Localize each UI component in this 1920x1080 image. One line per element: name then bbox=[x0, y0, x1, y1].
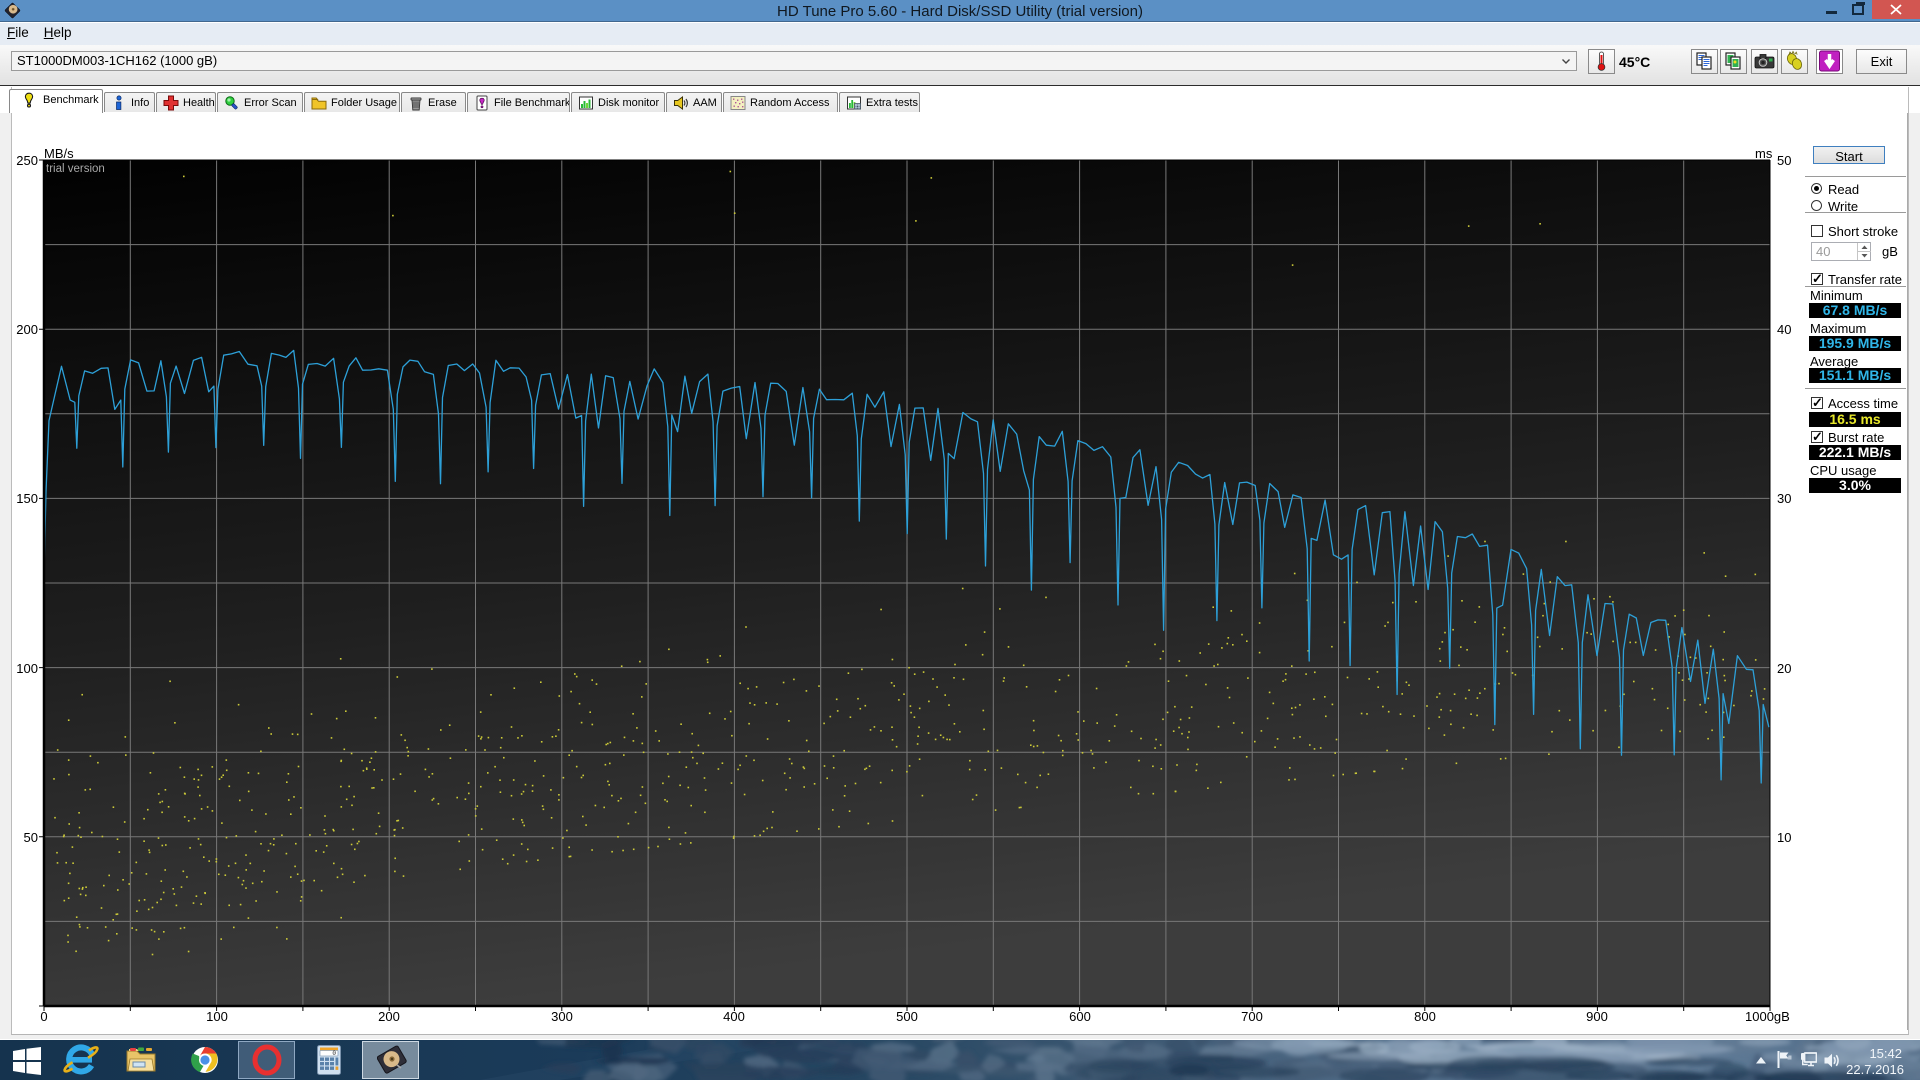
svg-text:trial version: trial version bbox=[46, 163, 105, 175]
svg-text:0: 0 bbox=[332, 1050, 336, 1057]
